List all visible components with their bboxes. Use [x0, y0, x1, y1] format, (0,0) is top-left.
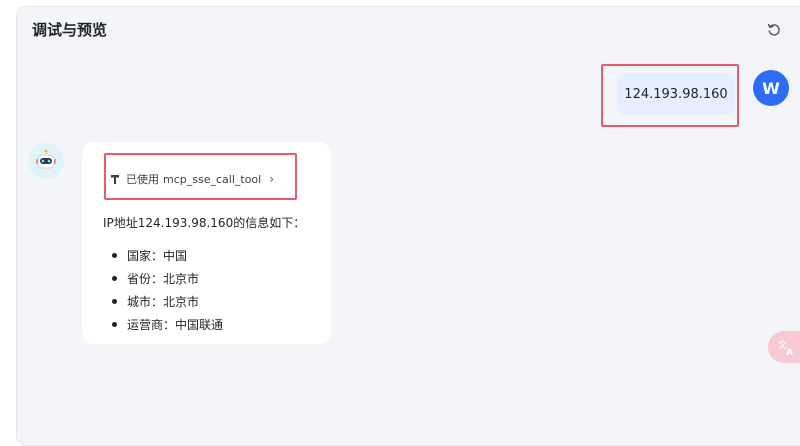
- user-avatar-letter: W: [762, 78, 780, 98]
- list-item: 省份：北京市: [112, 267, 223, 290]
- bot-avatar: [28, 143, 64, 179]
- refresh-button[interactable]: [766, 22, 782, 38]
- translate-icon: 文 A: [778, 339, 793, 356]
- user-avatar: W: [753, 70, 789, 106]
- answer-list: 国家：中国 省份：北京市 城市：北京市 运营商：中国联通: [112, 244, 223, 336]
- highlight-box-user-message: [601, 64, 739, 127]
- translate-button[interactable]: 文 A: [768, 331, 800, 363]
- svg-text:A: A: [786, 348, 793, 356]
- highlight-box-tool-chip: [104, 153, 297, 200]
- answer-intro-text: IP地址124.193.98.160的信息如下：: [103, 216, 306, 230]
- list-item: 国家：中国: [112, 244, 223, 267]
- panel-title: 调试与预览: [32, 21, 108, 39]
- robot-icon: [36, 149, 56, 169]
- list-item: 城市：北京市: [112, 290, 223, 313]
- list-item: 运营商：中国联通: [112, 313, 223, 336]
- refresh-icon: [767, 23, 780, 36]
